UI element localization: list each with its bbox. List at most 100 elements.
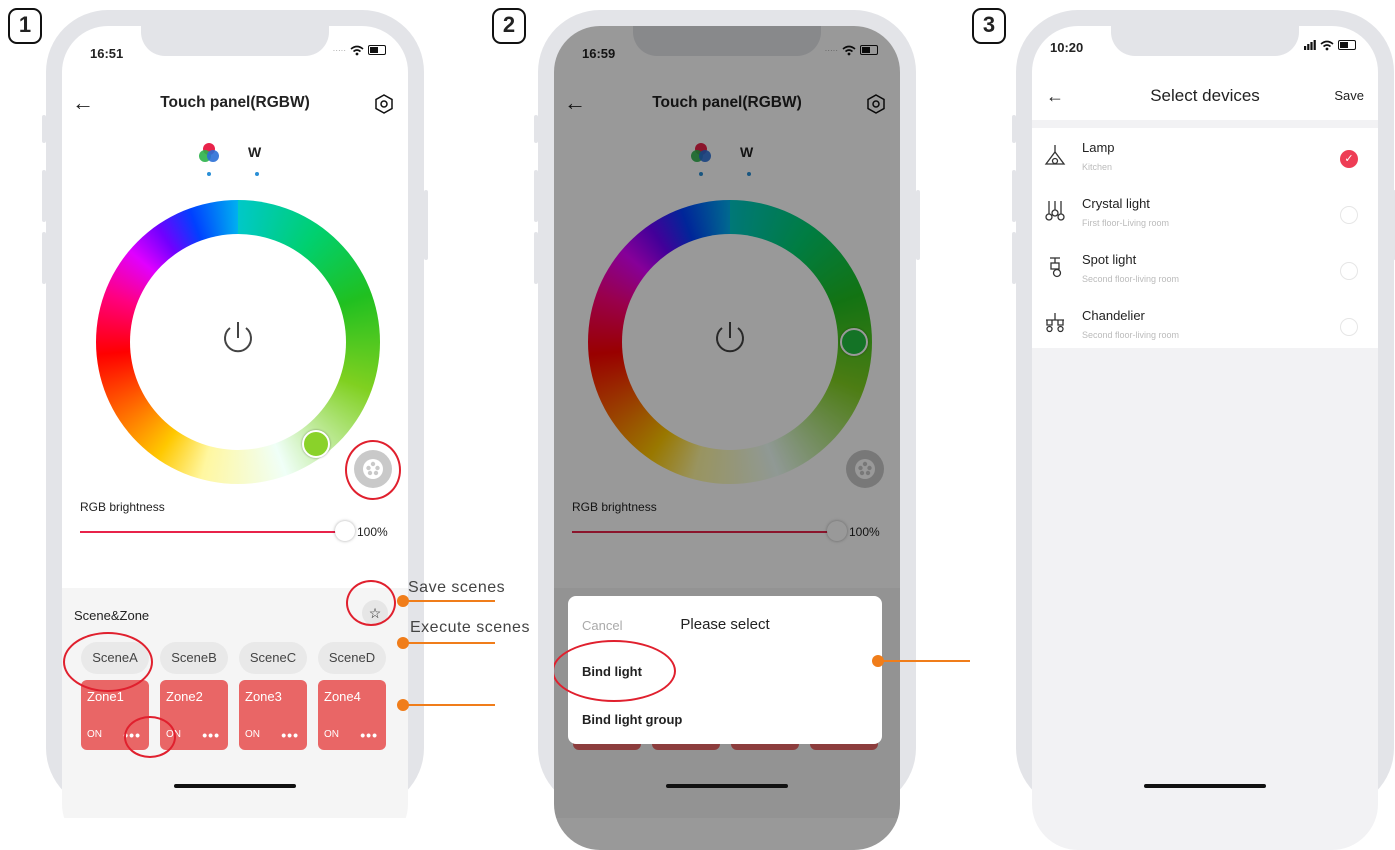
home-indicator (1144, 784, 1266, 788)
lamp-icon (1044, 145, 1066, 165)
page-title: Touch panel(RGBW) (160, 94, 310, 111)
highlight-circle (346, 580, 396, 626)
rgb-mode-icon[interactable] (198, 142, 220, 164)
annotation-line (405, 642, 495, 644)
nav-bar: ← Touch panel(RGBW) (62, 88, 408, 120)
wifi-icon (1320, 40, 1334, 50)
home-indicator (666, 784, 788, 788)
phone-2: 16:59 ····· ← Touch panel(RGBW) W RGB br… (538, 10, 916, 850)
scene-d-button[interactable]: SceneD (318, 642, 386, 674)
status-icons (1304, 38, 1356, 52)
bind-light-group-option[interactable]: Bind light group (582, 712, 682, 727)
phone-3-screen: 10:20 ← Select devices Save Lamp Kitchen… (1032, 26, 1378, 850)
status-time: 16:51 (90, 46, 124, 61)
device-name: Crystal light (1082, 196, 1150, 211)
device-row-crystal-light[interactable]: Crystal light First floor-Living room (1032, 186, 1378, 242)
phone-side-button (42, 170, 46, 222)
phone-side-button (42, 232, 46, 284)
settings-hexagon-icon[interactable] (374, 94, 394, 114)
zone-state: ON (87, 729, 102, 740)
wifi-icon (350, 45, 364, 55)
brightness-slider-thumb[interactable] (335, 521, 355, 541)
spot-light-icon (1050, 257, 1062, 278)
phone-side-button (1012, 170, 1016, 222)
zone-name: Zone2 (166, 689, 203, 704)
step-badge-1: 1 (8, 8, 42, 44)
signal-icon: ····· (332, 45, 346, 55)
phone-side-button (534, 232, 538, 284)
sheet-title: Please select (680, 616, 770, 633)
crystal-light-icon (1045, 201, 1065, 221)
page-title: Select devices (1150, 86, 1260, 105)
more-dots-icon[interactable]: ••• (202, 727, 220, 743)
brightness-slider-track[interactable] (80, 531, 342, 533)
scene-c-button[interactable]: SceneC (239, 642, 307, 674)
highlight-circle (124, 716, 176, 758)
zone-state: ON (324, 729, 339, 740)
device-room: Kitchen (1082, 162, 1113, 172)
notch (141, 26, 329, 56)
highlight-circle (63, 632, 153, 692)
phone-side-button (916, 190, 920, 260)
phone-3: 10:20 ← Select devices Save Lamp Kitchen… (1016, 10, 1394, 850)
phone-side-button (534, 170, 538, 222)
save-scenes-annotation: Save scenes (408, 579, 506, 596)
status-time: 10:20 (1050, 40, 1084, 55)
brightness-value: 100% (357, 525, 388, 539)
tab-indicator-dot (255, 172, 259, 176)
brightness-label: RGB brightness (80, 500, 165, 514)
scene-zone-label: Scene&Zone (74, 608, 150, 623)
phone-1-screen: 16:51 ····· ← Touch panel(RGBW) W RGB br… (62, 26, 408, 850)
more-dots-icon[interactable]: ••• (360, 727, 378, 743)
notch (1111, 26, 1299, 56)
phone-side-button (42, 115, 46, 143)
annotation-line (405, 704, 495, 706)
phone-2-screen: 16:59 ····· ← Touch panel(RGBW) W RGB br… (554, 26, 900, 850)
zone-name: Zone3 (245, 689, 282, 704)
white-mode-tab[interactable]: W (248, 144, 261, 160)
phone-1: 16:51 ····· ← Touch panel(RGBW) W RGB br… (46, 10, 424, 850)
highlight-circle (554, 640, 676, 702)
step-badge-3: 3 (972, 8, 1006, 44)
scene-b-button[interactable]: SceneB (160, 642, 228, 674)
device-list: Lamp Kitchen ✓ Crystal light First floor… (1032, 128, 1378, 348)
home-indicator (174, 784, 296, 788)
power-icon[interactable] (216, 316, 260, 360)
phone-side-button (534, 115, 538, 143)
device-row-lamp[interactable]: Lamp Kitchen ✓ (1032, 130, 1378, 186)
signal-bars-icon (1304, 40, 1316, 50)
zone-3-card[interactable]: Zone3 ON ••• (239, 680, 307, 750)
unselected-circle-icon[interactable] (1340, 318, 1358, 336)
save-button[interactable]: Save (1334, 88, 1364, 103)
unselected-circle-icon[interactable] (1340, 206, 1358, 224)
battery-icon (368, 45, 386, 55)
tab-indicator-dot (207, 172, 211, 176)
phone-side-button (1012, 115, 1016, 143)
phone-side-button (1012, 232, 1016, 284)
battery-icon (1338, 40, 1356, 50)
device-room: Second floor-living room (1082, 274, 1180, 284)
step-badge-2: 2 (492, 8, 526, 44)
device-row-spot-light[interactable]: Spot light Second floor-living room (1032, 242, 1378, 298)
zone-state: ON (245, 729, 260, 740)
unselected-circle-icon[interactable] (1340, 262, 1358, 280)
color-picker-knob[interactable] (302, 430, 330, 458)
device-name: Chandelier (1082, 308, 1145, 323)
selected-check-icon[interactable]: ✓ (1340, 150, 1358, 168)
chandelier-icon (1046, 313, 1064, 333)
more-dots-icon[interactable]: ••• (281, 727, 299, 743)
zone-4-card[interactable]: Zone4 ON ••• (318, 680, 386, 750)
empty-list-area (1032, 348, 1378, 850)
annotation-line (880, 660, 970, 662)
zone-name: Zone4 (324, 689, 361, 704)
device-row-chandelier[interactable]: Chandelier Second floor-living room (1032, 298, 1378, 354)
device-room: First floor-Living room (1082, 218, 1170, 228)
color-mode-tabs: W (62, 142, 408, 182)
phone-side-button (424, 190, 428, 260)
color-wheel[interactable] (96, 200, 380, 484)
highlight-circle (345, 440, 401, 500)
annotation-line (405, 600, 495, 602)
execute-scenes-annotation: Execute scenes (410, 619, 530, 636)
device-name: Lamp (1082, 140, 1115, 155)
device-name: Spot light (1082, 252, 1137, 267)
